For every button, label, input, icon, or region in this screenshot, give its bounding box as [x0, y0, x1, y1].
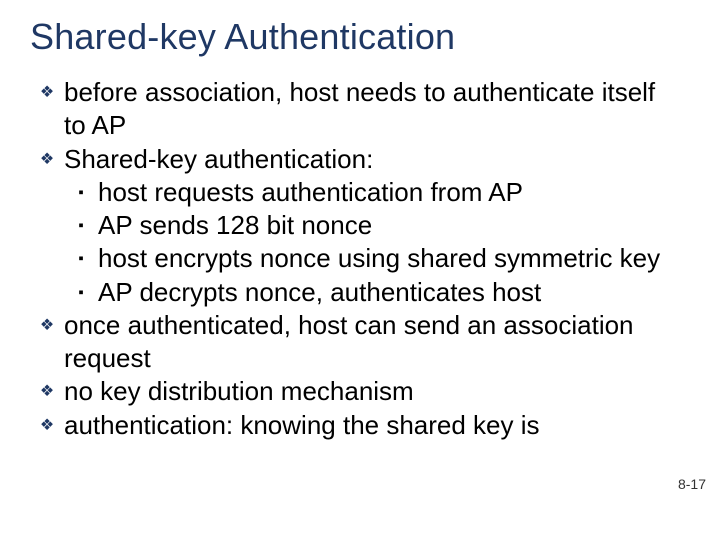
sub-list-item-text: AP sends 128 bit nonce	[98, 209, 670, 242]
diamond-bullet-icon: ❖	[30, 409, 64, 436]
diamond-bullet-icon: ❖	[30, 76, 64, 103]
list-item: ❖ Shared-key authentication:	[30, 143, 670, 176]
slide-body: ❖ before association, host needs to auth…	[30, 76, 670, 442]
list-item: ❖ once authenticated, host can send an a…	[30, 309, 670, 376]
sub-list: ▪ host requests authentication from AP ▪…	[30, 176, 670, 309]
diamond-bullet-icon: ❖	[30, 309, 64, 336]
diamond-bullet-icon: ❖	[30, 143, 64, 170]
slide-title: Shared-key Authentication	[30, 16, 455, 58]
diamond-bullet-icon: ❖	[30, 375, 64, 402]
list-item-text: once authenticated, host can send an ass…	[64, 309, 670, 376]
list-item-text: no key distribution mechanism	[64, 375, 670, 408]
list-item-text: before association, host needs to authen…	[64, 76, 670, 143]
sub-list-item-text: AP decrypts nonce, authenticates host	[98, 276, 670, 309]
sub-list-item-text: host encrypts nonce using shared symmetr…	[98, 242, 670, 275]
list-item: ❖ authentication: knowing the shared key…	[30, 409, 670, 442]
sub-list-item: ▪ AP sends 128 bit nonce	[64, 209, 670, 242]
square-bullet-icon: ▪	[64, 209, 98, 235]
sub-list-item: ▪ host encrypts nonce using shared symme…	[64, 242, 670, 275]
sub-list-item: ▪ AP decrypts nonce, authenticates host	[64, 276, 670, 309]
list-item-text: authentication: knowing the shared key i…	[64, 409, 670, 442]
sub-list-item: ▪ host requests authentication from AP	[64, 176, 670, 209]
slide: Shared-key Authentication ❖ before assoc…	[0, 0, 720, 540]
square-bullet-icon: ▪	[64, 176, 98, 202]
sub-list-item-text: host requests authentication from AP	[98, 176, 670, 209]
square-bullet-icon: ▪	[64, 242, 98, 268]
page-number: 8-17	[678, 476, 706, 492]
list-item: ❖ no key distribution mechanism	[30, 375, 670, 408]
list-item: ❖ before association, host needs to auth…	[30, 76, 670, 143]
square-bullet-icon: ▪	[64, 276, 98, 302]
list-item-text: Shared-key authentication:	[64, 143, 670, 176]
